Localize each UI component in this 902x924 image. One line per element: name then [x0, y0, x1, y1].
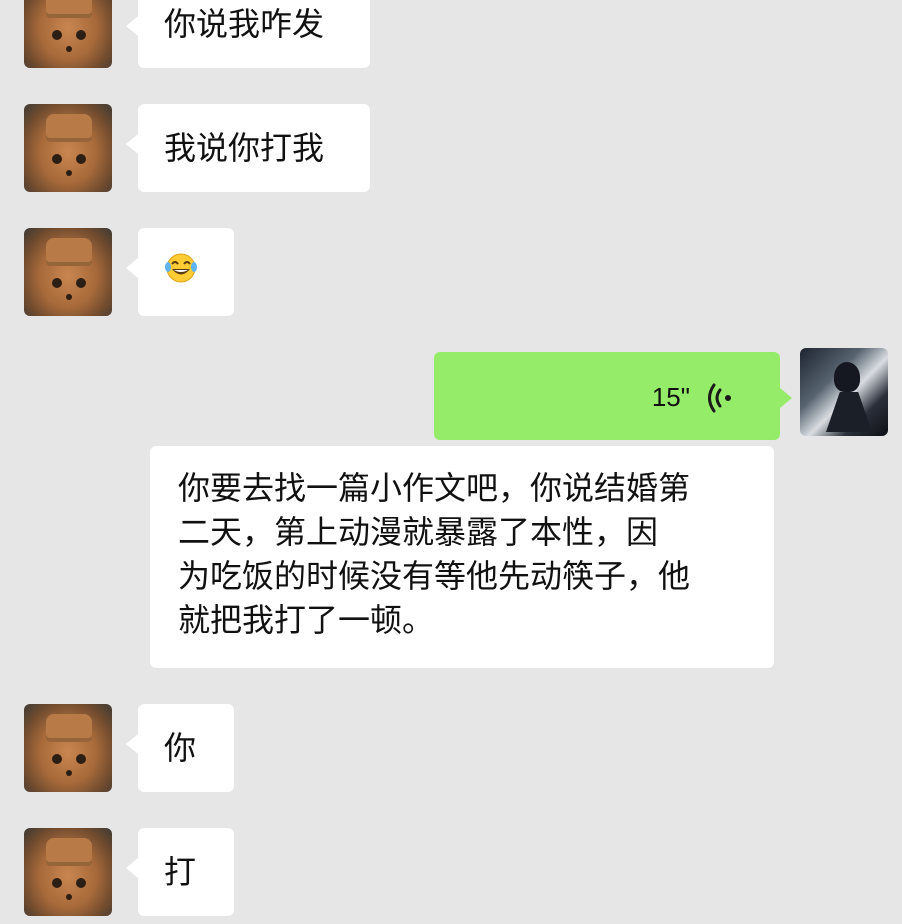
voice-wave-icon — [708, 383, 731, 413]
message-bubble-received[interactable]: 你说我咋发 — [126, 0, 370, 68]
laughing-tears-emoji — [165, 253, 197, 283]
message-bubble-received[interactable] — [126, 228, 234, 316]
message-text: 你要去找一篇小作文吧，你说结婚第 二天，第上动漫就暴露了本性，因 为吃饭的时候没… — [178, 469, 691, 639]
voice-duration: 15" — [651, 382, 690, 412]
message-text: 你 — [164, 729, 197, 767]
message-text: 我说你打我 — [164, 129, 325, 167]
contact-avatar[interactable] — [24, 704, 112, 792]
message-text: 打 — [164, 853, 197, 891]
contact-avatar[interactable] — [24, 104, 112, 192]
voice-message-bubble[interactable]: 15" — [434, 352, 792, 440]
contact-avatar[interactable] — [24, 828, 112, 916]
message-text: 你说我咋发 — [164, 5, 325, 43]
contact-avatar[interactable] — [24, 0, 112, 68]
message-bubble-received[interactable]: 你要去找一篇小作文吧，你说结婚第 二天，第上动漫就暴露了本性，因 为吃饭的时候没… — [150, 446, 774, 668]
message-bubble-received[interactable]: 打 — [126, 828, 234, 916]
message-bubble-received[interactable]: 我说你打我 — [126, 104, 370, 192]
message-bubble-received[interactable]: 你 — [126, 704, 234, 792]
contact-avatar[interactable] — [24, 228, 112, 316]
chat-message-list[interactable]: 你说我咋发 我说你打我 15" 你要去找一篇小作文吧，你说结婚第 二天，第上动漫… — [0, 0, 902, 924]
my-avatar[interactable] — [800, 348, 888, 436]
